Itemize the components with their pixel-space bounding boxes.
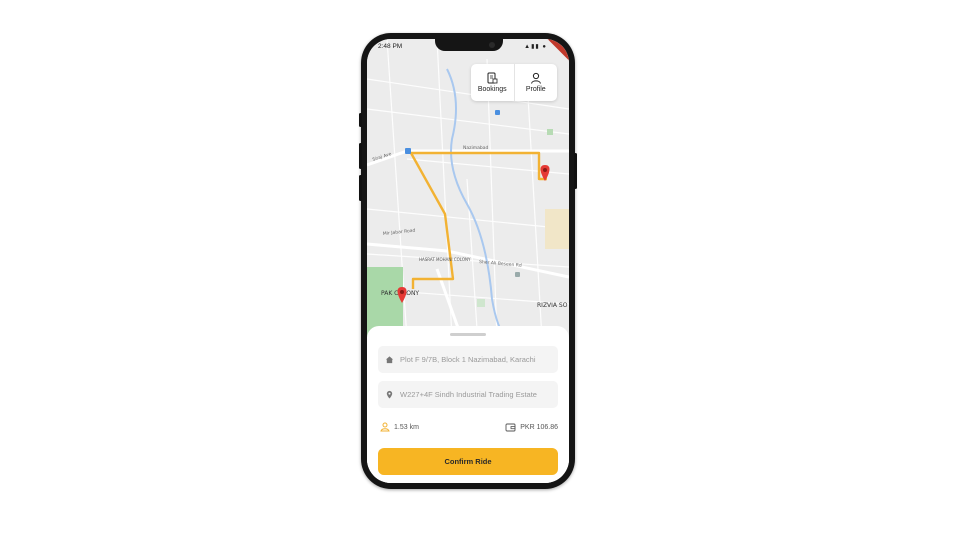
confirm-ride-button[interactable]: Confirm Ride bbox=[378, 448, 558, 475]
dropoff-field[interactable]: W227+4F Sindh Industrial Trading Estate bbox=[378, 381, 558, 408]
profile-button[interactable]: Profile bbox=[513, 64, 558, 101]
fare-info: PKR 106.86 bbox=[505, 422, 558, 432]
notch bbox=[435, 39, 503, 51]
phone-side-button bbox=[359, 143, 362, 169]
location-pin-icon bbox=[378, 390, 400, 399]
road-label: Nazimabad bbox=[463, 145, 488, 151]
person-pin-icon bbox=[380, 422, 390, 432]
sheet-drag-handle[interactable] bbox=[450, 333, 486, 336]
phone-frame: Nazimabad Mir Jabar Road Sher Ali Beseen… bbox=[359, 33, 577, 489]
wallet-icon bbox=[505, 423, 516, 432]
area-label: HASRAT MOHANI COLONY bbox=[419, 257, 471, 262]
pickup-address: Plot F 9/7B, Block 1 Nazimabad, Karachi bbox=[400, 355, 536, 364]
distance-info: 1.53 km bbox=[380, 422, 419, 432]
profile-icon bbox=[530, 72, 541, 84]
distance-value: 1.53 km bbox=[394, 423, 419, 431]
pickup-field[interactable]: Plot F 9/7B, Block 1 Nazimabad, Karachi bbox=[378, 346, 558, 373]
bookings-label: Bookings bbox=[477, 86, 507, 93]
home-icon bbox=[378, 355, 400, 364]
status-icons: ▲▮▮ ● bbox=[524, 44, 547, 50]
ride-bottom-sheet: Plot F 9/7B, Block 1 Nazimabad, Karachi … bbox=[367, 326, 569, 483]
dropoff-address: W227+4F Sindh Industrial Trading Estate bbox=[400, 390, 537, 399]
phone-side-button bbox=[359, 175, 362, 201]
phone-side-button bbox=[574, 153, 577, 189]
profile-label: Profile bbox=[525, 86, 546, 93]
app-screen: Nazimabad Mir Jabar Road Sher Ali Beseen… bbox=[367, 39, 569, 483]
area-label: RIZVIA SO bbox=[537, 302, 568, 309]
fare-value: PKR 106.86 bbox=[520, 423, 558, 431]
bookings-button[interactable]: Bookings bbox=[471, 64, 514, 101]
top-nav-card: Bookings Profile bbox=[471, 64, 557, 101]
camera-icon bbox=[489, 42, 495, 48]
bookings-icon bbox=[487, 72, 498, 84]
phone-side-button bbox=[359, 113, 362, 127]
status-time: 2:48 PM bbox=[378, 43, 403, 50]
